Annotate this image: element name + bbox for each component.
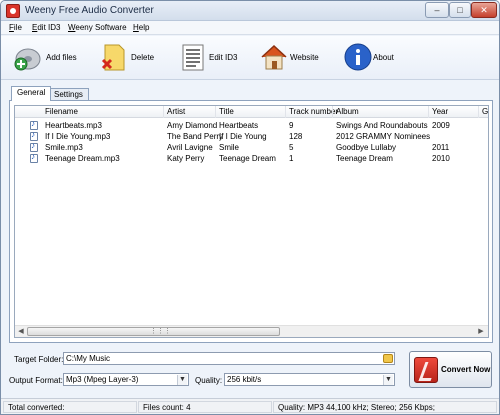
audio-file-icon — [30, 141, 38, 152]
column-separator[interactable] — [332, 106, 333, 118]
website-button[interactable]: Website — [259, 40, 323, 76]
cell-title: If I Die Young — [219, 132, 267, 141]
output-format-label: Output Format: — [9, 376, 63, 385]
cell-track: 1 — [289, 154, 294, 163]
column-header-artist[interactable]: Artist — [167, 107, 185, 116]
cell-title: Heartbeats — [219, 121, 259, 130]
scroll-right-icon[interactable]: ▶ — [476, 327, 486, 337]
cell-artist: Avril Lavigne — [167, 143, 213, 152]
column-separator[interactable] — [215, 106, 216, 118]
column-header-title[interactable]: Title — [219, 107, 234, 116]
add-files-button[interactable]: Add files — [13, 40, 83, 76]
cell-year: 2010 — [432, 154, 450, 163]
tab-general[interactable]: General — [11, 86, 52, 101]
table-row[interactable]: Smile.mp3 Avril Lavigne Smile 5 Goodbye … — [15, 141, 488, 153]
cell-track: 9 — [289, 121, 294, 130]
add-files-icon — [14, 48, 41, 71]
column-header-track[interactable]: Track number — [289, 107, 338, 116]
menu-edit-id3[interactable]: Edit ID3 — [32, 22, 60, 34]
chevron-down-icon[interactable]: ▼ — [177, 375, 187, 385]
about-label: About — [373, 53, 394, 62]
status-quality-info: Quality: MP3 44,100 kHz; Stereo; 256 Kbp… — [273, 401, 497, 413]
app-logo-icon — [6, 4, 20, 18]
column-separator[interactable] — [163, 106, 164, 118]
convert-now-button[interactable]: Convert Now — [409, 351, 492, 388]
about-button[interactable]: About — [343, 40, 399, 76]
app-window: Weeny Free Audio Converter – □ ✕ File Ed… — [0, 0, 500, 415]
scroll-left-icon[interactable]: ◀ — [16, 327, 26, 337]
output-format-select[interactable]: Mp3 (Mpeg Layer-3) ▼ — [63, 373, 189, 386]
cell-year: 2009 — [432, 121, 450, 130]
add-files-label: Add files — [46, 53, 77, 62]
menu-help[interactable]: Help — [133, 22, 149, 34]
cell-artist: Katy Perry — [167, 154, 205, 163]
delete-label: Delete — [131, 53, 155, 62]
output-format-value: Mp3 (Mpeg Layer-3) — [66, 375, 139, 384]
cell-filename: Smile.mp3 — [45, 143, 83, 152]
status-files-count: Files count: 4 — [138, 401, 272, 413]
minimize-button[interactable]: – — [425, 2, 449, 18]
table-row[interactable]: Teenage Dream.mp3 Katy Perry Teenage Dre… — [15, 152, 488, 164]
cell-album: Teenage Dream — [336, 154, 393, 163]
quality-select[interactable]: 256 kbit/s ▼ — [224, 373, 395, 386]
scrollbar-thumb[interactable]: ⋮⋮⋮ — [27, 327, 280, 336]
cell-track: 5 — [289, 143, 294, 152]
edit-id3-button[interactable]: Edit ID3 — [179, 40, 241, 76]
convert-icon — [414, 357, 438, 383]
target-folder-label: Target Folder: — [14, 355, 64, 364]
list-header: Filename Artist Title Track number Album… — [15, 106, 488, 118]
cell-track: 128 — [289, 132, 303, 141]
audio-file-icon — [30, 152, 38, 163]
audio-file-icon — [30, 130, 38, 141]
target-folder-input[interactable]: C:\My Music — [63, 352, 395, 365]
cell-album: Goodbye Lullaby — [336, 143, 397, 152]
delete-button[interactable]: Delete — [99, 40, 159, 76]
general-panel: Filename Artist Title Track number Album… — [9, 100, 493, 343]
column-header-genre[interactable]: Ge — [482, 107, 488, 116]
cell-title: Smile — [219, 143, 240, 152]
table-row[interactable]: Heartbeats.mp3 Amy Diamond Heartbeats 9 … — [15, 119, 488, 131]
file-list[interactable]: Filename Artist Title Track number Album… — [14, 105, 489, 338]
edit-id3-icon — [182, 44, 204, 71]
grip-icon: ⋮⋮⋮ — [150, 328, 171, 335]
audio-file-icon — [30, 119, 38, 130]
info-icon — [344, 43, 372, 71]
cell-album: Swings And Roundabouts — [336, 121, 428, 130]
quality-value: 256 kbit/s — [227, 375, 262, 384]
window-title: Weeny Free Audio Converter — [25, 5, 154, 16]
cell-album: 2012 GRAMMY Nominees — [336, 132, 431, 141]
column-header-filename[interactable]: Filename — [45, 107, 78, 116]
home-icon — [261, 44, 287, 70]
column-header-album[interactable]: Album — [336, 107, 359, 116]
cell-filename: Heartbeats.mp3 — [45, 121, 102, 130]
close-button[interactable]: ✕ — [471, 2, 497, 18]
table-row[interactable]: If I Die Young.mp3 The Band Perry If I D… — [15, 130, 488, 142]
column-separator[interactable] — [428, 106, 429, 118]
horizontal-scrollbar[interactable]: ◀ ⋮⋮⋮ ▶ — [15, 325, 488, 337]
website-label: Website — [290, 53, 319, 62]
menu-file[interactable]: File — [9, 22, 22, 34]
chevron-down-icon[interactable]: ▼ — [383, 375, 393, 385]
maximize-button[interactable]: □ — [449, 2, 471, 18]
delete-icon — [101, 44, 125, 71]
menu-weeny-software[interactable]: Weeny Software — [68, 22, 127, 34]
column-separator[interactable] — [285, 106, 286, 118]
status-bar: Total converted: Files count: 4 Quality:… — [1, 398, 499, 414]
cell-filename: Teenage Dream.mp3 — [45, 154, 120, 163]
quality-label: Quality: — [195, 376, 223, 385]
cell-title: Teenage Dream — [219, 154, 276, 163]
menu-bar: File Edit ID3 Weeny Software Help — [1, 21, 499, 35]
cell-artist: Amy Diamond — [167, 121, 218, 130]
toolbar: Add files Delete Edit ID3 Website About — [1, 36, 499, 80]
browse-folder-icon[interactable] — [383, 354, 393, 363]
edit-id3-label: Edit ID3 — [209, 53, 238, 62]
cell-artist: The Band Perry — [167, 132, 224, 141]
status-total-converted: Total converted: — [3, 401, 137, 413]
column-separator[interactable] — [478, 106, 479, 118]
column-header-year[interactable]: Year — [432, 107, 448, 116]
convert-now-label: Convert Now — [441, 365, 491, 374]
cell-filename: If I Die Young.mp3 — [45, 132, 111, 141]
cell-year: 2011 — [432, 143, 450, 152]
title-bar: Weeny Free Audio Converter – □ ✕ — [1, 1, 499, 21]
